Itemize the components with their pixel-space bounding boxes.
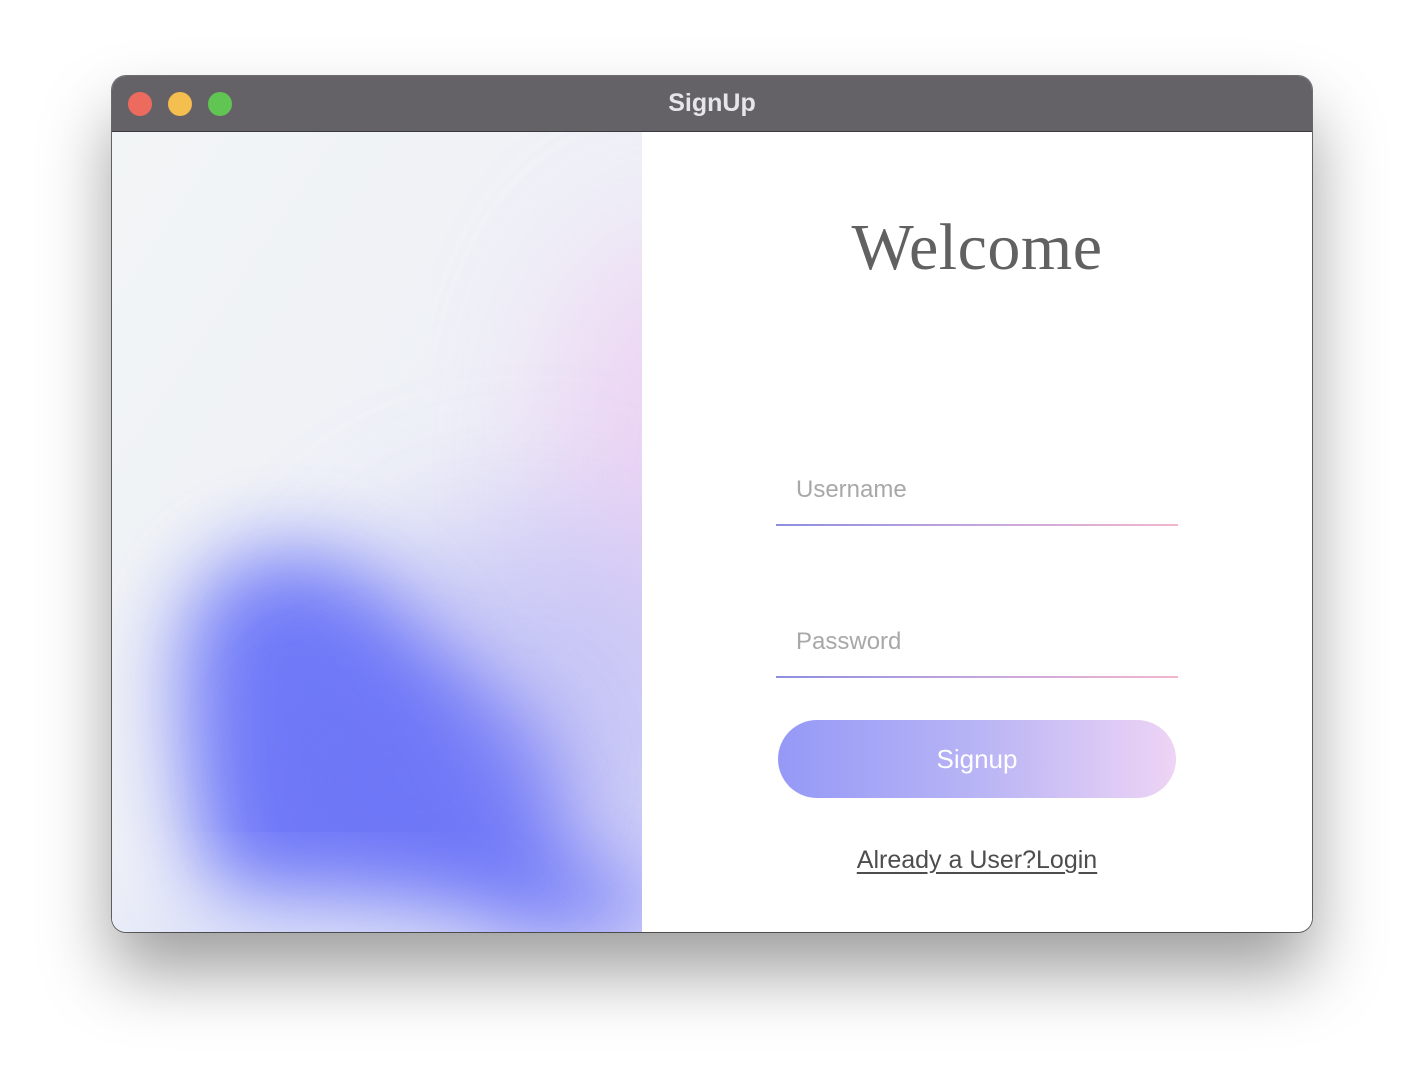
- window-content: Welcome Signup Already a User?Login: [112, 132, 1312, 932]
- signup-form: Welcome Signup Already a User?Login: [642, 132, 1312, 932]
- signup-button[interactable]: Signup: [778, 720, 1176, 798]
- welcome-heading: Welcome: [851, 211, 1103, 284]
- username-input[interactable]: [776, 456, 1178, 524]
- decorative-gradient-panel: [112, 132, 642, 932]
- signup-window: SignUp Welcome Username Signup Already a…: [112, 76, 1312, 932]
- gradient-blob-image: [112, 132, 642, 932]
- title-bar[interactable]: SignUp: [112, 76, 1312, 132]
- username-field-container: [776, 456, 1178, 526]
- password-underline: [776, 676, 1178, 678]
- login-link[interactable]: Already a User?Login: [857, 846, 1097, 874]
- password-field-container: [776, 608, 1178, 678]
- password-input[interactable]: [776, 608, 1178, 676]
- window-title: SignUp: [668, 89, 756, 117]
- login-link-container: Already a User?Login: [642, 846, 1312, 875]
- username-underline: [776, 524, 1178, 526]
